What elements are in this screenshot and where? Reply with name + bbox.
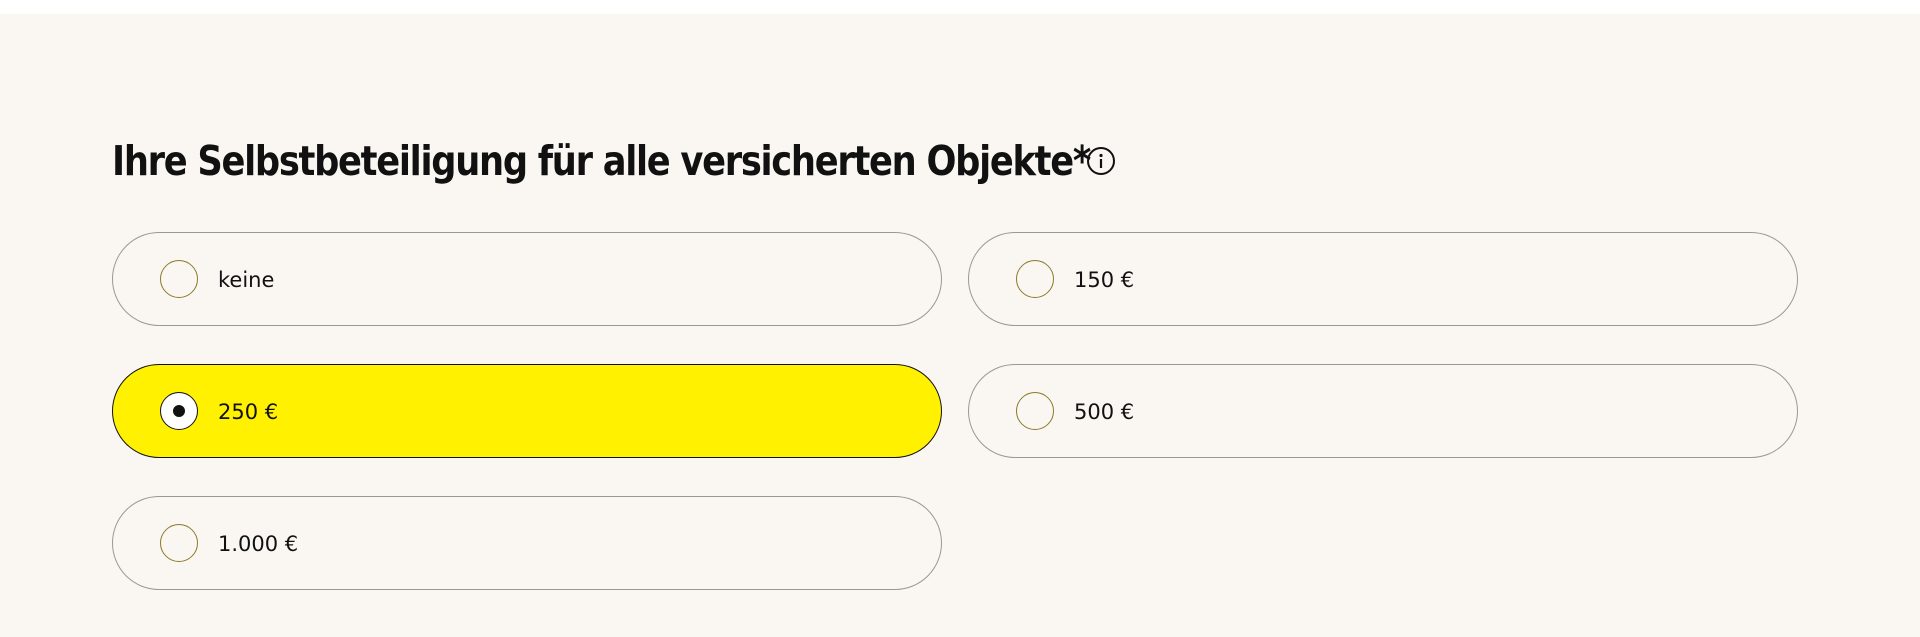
radio-button[interactable] bbox=[1016, 392, 1054, 430]
option-label: 500 € bbox=[1074, 400, 1135, 424]
radio-button[interactable] bbox=[160, 260, 198, 298]
section-title: Ihre Selbstbeteiligung für alle versiche… bbox=[112, 137, 1091, 185]
option-label: keine bbox=[218, 268, 275, 292]
option-250[interactable]: 250 € bbox=[112, 364, 942, 458]
radio-button-selected[interactable] bbox=[160, 392, 198, 430]
radio-button[interactable] bbox=[1016, 260, 1054, 298]
option-500[interactable]: 500 € bbox=[968, 364, 1798, 458]
radio-dot bbox=[173, 405, 185, 417]
option-label: 1.000 € bbox=[218, 532, 299, 556]
option-label: 250 € bbox=[218, 400, 279, 424]
option-1000[interactable]: 1.000 € bbox=[112, 496, 942, 590]
option-label: 150 € bbox=[1074, 268, 1135, 292]
info-icon[interactable] bbox=[1086, 146, 1116, 176]
option-keine[interactable]: keine bbox=[112, 232, 942, 326]
option-150[interactable]: 150 € bbox=[968, 232, 1798, 326]
section-header: Ihre Selbstbeteiligung für alle versiche… bbox=[112, 126, 1249, 196]
radio-button[interactable] bbox=[160, 524, 198, 562]
deductible-section: Ihre Selbstbeteiligung für alle versiche… bbox=[0, 14, 1920, 637]
